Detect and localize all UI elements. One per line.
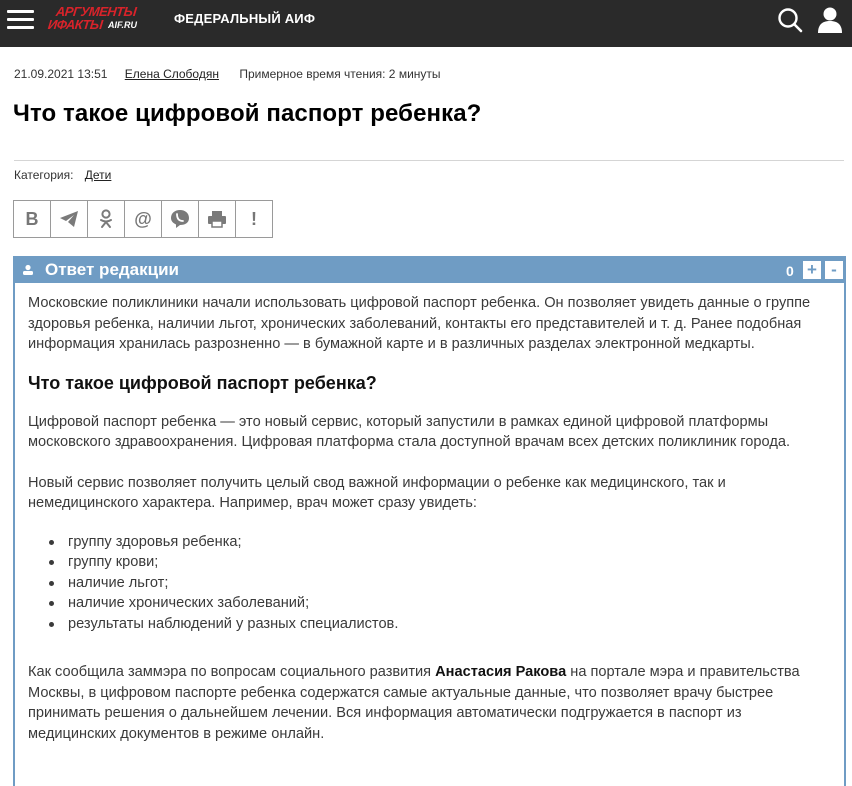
person-name: Анастасия Ракова [435,664,567,680]
vk-icon: B [25,208,39,229]
category-link[interactable]: Дети [85,168,112,182]
report-icon: ! [251,208,257,229]
list-item: наличие хронических заболеваний; [28,593,833,614]
answer-subheading: Что такое цифровой паспорт ребенка? [28,372,377,393]
share-bar: B @ ! [13,200,273,238]
top-bar: АРГУМЕНТЫ ИФАКТЫ AIF.RU ФЕДЕРАЛЬНЫЙ АИФ [0,0,852,47]
telegram-icon [60,211,78,227]
author-link[interactable]: Елена Слободян [125,67,219,81]
print-icon [208,211,226,228]
federal-aif-link[interactable]: ФЕДЕРАЛЬНЫЙ АИФ [174,11,315,26]
article-meta: 21.09.2021 13:51 Елена Слободян Примерно… [14,67,441,81]
site-logo[interactable]: АРГУМЕНТЫ ИФАКТЫ AIF.RU [46,4,148,39]
info-list: группу здоровья ребенка; группу крови; н… [28,532,833,635]
paragraph-3-start: Как сообщила заммэра по вопросам социаль… [28,664,436,680]
category-line: Категория: Дети [14,168,111,182]
answer-header: Ответ редакции 0 + - [15,258,844,283]
menu-icon[interactable] [7,8,34,32]
mail-share-button[interactable]: @ [124,200,161,238]
paragraph-1: Цифровой паспорт ребенка — это новый сер… [28,413,791,451]
paragraph-2: Новый сервис позволяет получить целый св… [28,474,726,512]
answer-body: Московские поликлиники начали использова… [15,283,833,744]
viber-share-button[interactable] [161,200,198,238]
mail-icon: @ [134,208,152,229]
report-error-button[interactable]: ! [235,200,273,238]
paragraph-3: Как сообщила заммэра по вопросам социаль… [28,662,833,744]
article-title: Что такое цифровой паспорт ребенка? [13,100,482,127]
divider [14,160,844,161]
vk-share-button[interactable]: B [13,200,50,238]
intro-paragraph: Московские поликлиники начали использова… [28,295,811,352]
telegram-share-button[interactable] [50,200,87,238]
user-icon[interactable] [817,6,843,34]
minus-button[interactable]: - [825,261,843,279]
list-item: результаты наблюдений у разных специалис… [28,614,833,635]
publish-date: 21.09.2021 13:51 [14,67,108,81]
viber-icon [171,210,189,228]
logo-line-2: ИФАКТЫ [47,17,104,32]
list-item: группу здоровья ребенка; [28,532,833,553]
list-item: группу крови; [28,552,833,573]
person-icon [23,264,33,275]
plus-button[interactable]: + [803,261,821,279]
logo-site: AIF.RU [108,20,137,30]
list-item: наличие льгот; [28,573,833,594]
odnoklassniki-share-button[interactable] [87,200,124,238]
answer-title: Ответ редакции [45,260,179,279]
category-label: Категория: [14,168,74,182]
print-share-button[interactable] [198,200,235,238]
odnoklassniki-icon [100,209,112,228]
vote-count: 0 [786,263,794,279]
reading-time: Примерное время чтения: 2 минуты [239,67,441,81]
editorial-answer-box: Ответ редакции 0 + - Московские поликлин… [13,256,846,786]
search-icon[interactable] [777,7,803,33]
